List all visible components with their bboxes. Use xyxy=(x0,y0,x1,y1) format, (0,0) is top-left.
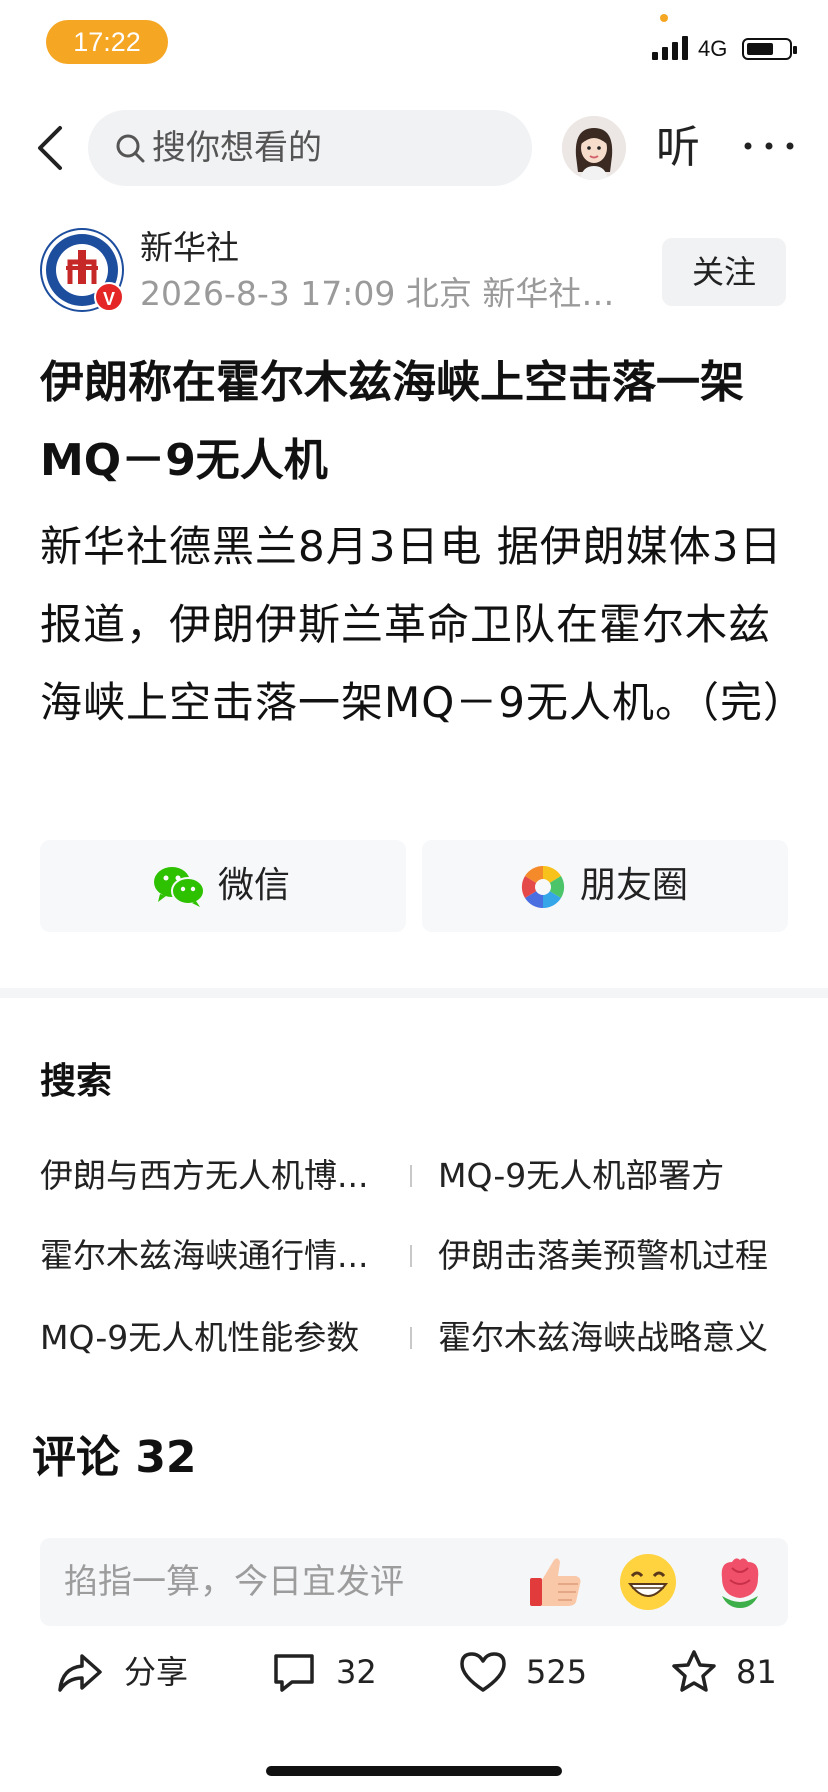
privacy-indicator-dot xyxy=(660,14,668,22)
search-suggestion[interactable]: 霍尔木兹海峡通行情... xyxy=(40,1234,368,1278)
search-suggestion[interactable]: 霍尔木兹海峡战略意义 xyxy=(438,1316,768,1360)
article-title: 伊朗称在霍尔木兹海峡上空击落一架MQ－9无人机 xyxy=(40,357,744,486)
status-time: 17:22 xyxy=(46,20,168,64)
comments-title: 评论 32 xyxy=(32,1432,197,1483)
search-placeholder: 搜你想看的 xyxy=(152,128,322,168)
article-body: 新华社德黑兰8月3日电 据伊朗媒体3日报道，伊朗伊斯兰革命卫队在霍尔木兹海峡上空… xyxy=(40,522,807,727)
heart-icon xyxy=(460,1652,506,1692)
share-icon xyxy=(58,1654,102,1692)
thumbs-up-emoji-icon[interactable] xyxy=(524,1550,588,1614)
avatar-girl-icon xyxy=(562,116,626,180)
battery-icon xyxy=(742,38,797,60)
home-indicator[interactable] xyxy=(266,1766,562,1776)
search-suggestion[interactable]: MQ-9无人机性能参数 xyxy=(40,1316,359,1360)
search-icon xyxy=(116,134,145,163)
comment-count: 32 xyxy=(336,1653,377,1691)
network-type: 4G xyxy=(698,36,728,61)
share-button[interactable]: 分享 xyxy=(56,1648,196,1696)
listen-button[interactable]: 听 xyxy=(656,120,700,176)
publish-meta: 2026-8-3 17:09 北京 新华社官方账号 xyxy=(140,274,630,313)
grin-emoji-icon[interactable] xyxy=(616,1550,680,1614)
status-bar: 17:22 4G xyxy=(0,0,828,90)
back-arrow-icon[interactable] xyxy=(30,120,70,176)
verified-badge: V xyxy=(94,282,124,312)
rose-emoji-icon[interactable] xyxy=(708,1550,772,1614)
search-section-title: 搜索 xyxy=(40,1061,113,1102)
favorite-count: 81 xyxy=(736,1653,777,1691)
share-wechat-button[interactable]: 微信 xyxy=(40,840,406,932)
suggestion-separator xyxy=(410,1327,412,1349)
suggestion-separator xyxy=(410,1165,412,1187)
moments-icon xyxy=(521,865,565,909)
suggestion-separator xyxy=(410,1245,412,1267)
follow-button[interactable]: 关注 xyxy=(662,238,786,306)
comment-button[interactable]: 32 xyxy=(270,1648,390,1696)
like-count: 525 xyxy=(526,1653,588,1691)
star-icon xyxy=(672,1650,716,1692)
share-moments-button[interactable]: 朋友圈 xyxy=(422,840,788,932)
share-wechat-label: 微信 xyxy=(218,865,291,906)
wechat-icon xyxy=(154,867,205,907)
author-name[interactable]: 新华社 xyxy=(140,228,239,268)
assistant-avatar[interactable] xyxy=(562,116,626,180)
signal-icon xyxy=(652,36,688,60)
like-button[interactable]: 525 xyxy=(458,1648,598,1696)
search-input[interactable]: 搜你想看的 xyxy=(88,110,532,186)
comment-input[interactable]: 掐指一算，今日宜发评 xyxy=(40,1538,788,1626)
favorite-button[interactable]: 81 xyxy=(670,1648,790,1696)
comment-icon xyxy=(274,1654,314,1692)
search-suggestion[interactable]: MQ-9无人机部署方 xyxy=(438,1154,724,1198)
search-suggestion[interactable]: 伊朗与西方无人机博... xyxy=(40,1154,368,1198)
share-label: 分享 xyxy=(124,1653,189,1691)
comment-placeholder: 掐指一算，今日宜发评 xyxy=(64,1562,404,1602)
search-suggestion[interactable]: 伊朗击落美预警机过程 xyxy=(438,1234,768,1278)
more-options-icon[interactable] xyxy=(742,126,796,166)
share-moments-label: 朋友圈 xyxy=(580,865,689,906)
section-divider xyxy=(0,988,828,998)
